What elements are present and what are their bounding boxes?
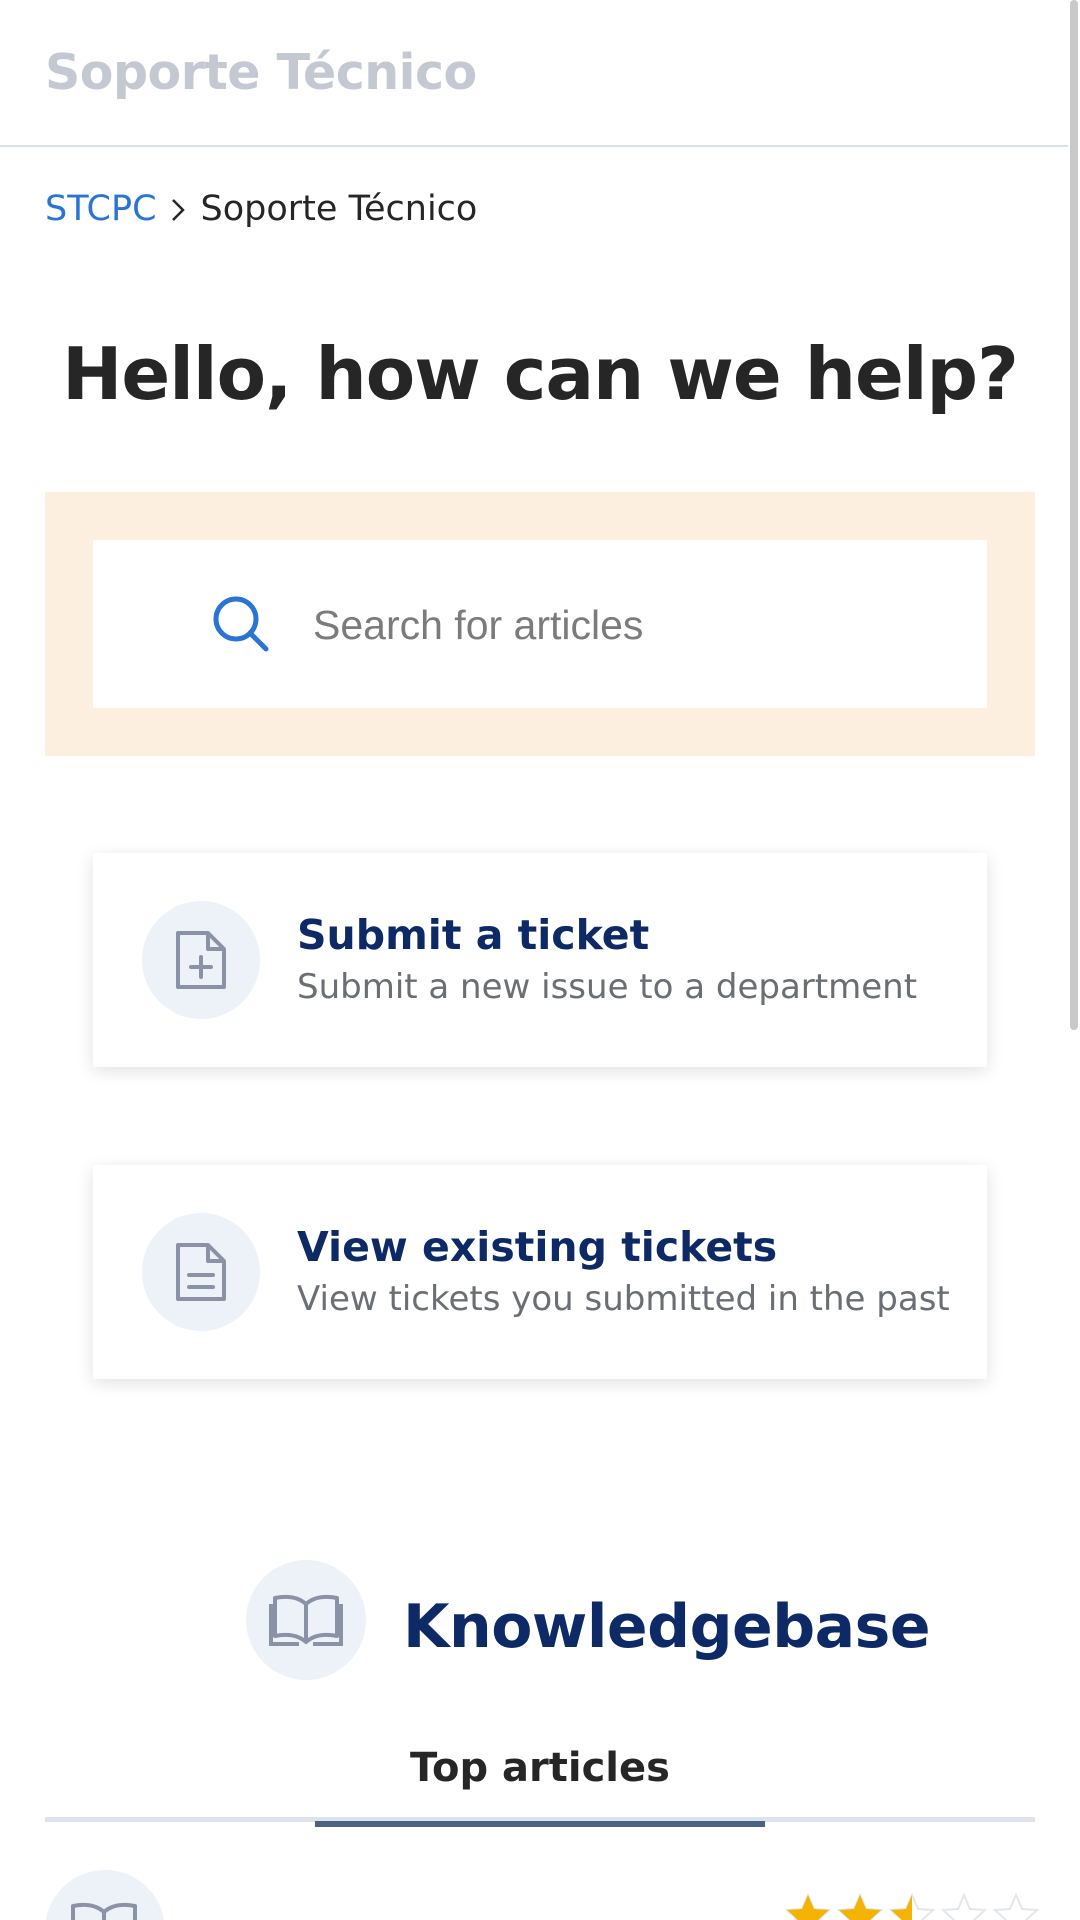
card-description: Submit a new issue to a department xyxy=(297,967,918,1007)
page-title: Hello, how can we help? xyxy=(62,332,1019,416)
card-description: View tickets you submitted in the past xyxy=(297,1279,950,1319)
file-text-icon xyxy=(142,1213,260,1331)
star-icon xyxy=(992,1892,1040,1920)
submit-ticket-card[interactable]: Submit a ticket Submit a new issue to a … xyxy=(93,853,987,1067)
file-plus-icon xyxy=(142,901,260,1019)
star-icon xyxy=(940,1892,988,1920)
breadcrumb-current: Soporte Técnico xyxy=(200,189,478,229)
article-rating xyxy=(784,1892,1040,1920)
article-tabs: Top articles xyxy=(45,1738,1035,1827)
view-tickets-card[interactable]: View existing tickets View tickets you s… xyxy=(93,1165,987,1379)
brand-title[interactable]: Soporte Técnico xyxy=(45,44,477,101)
chevron-right-icon xyxy=(157,193,201,225)
breadcrumb: STCPC Soporte Técnico xyxy=(45,186,477,232)
card-title[interactable]: Submit a ticket xyxy=(297,911,649,959)
search-section xyxy=(45,492,1035,756)
scrollbar[interactable] xyxy=(1068,0,1080,1920)
site-header: Soporte Técnico xyxy=(0,0,1068,147)
scrollbar-thumb[interactable] xyxy=(1070,0,1078,1030)
open-book-icon xyxy=(45,1870,165,1920)
star-icon xyxy=(888,1892,936,1920)
breadcrumb-home-link[interactable]: STCPC xyxy=(45,189,157,229)
knowledgebase-title: Knowledgebase xyxy=(403,1592,931,1662)
tab-top-articles[interactable]: Top articles xyxy=(315,1738,765,1827)
search-box[interactable] xyxy=(93,540,987,708)
star-icon xyxy=(836,1892,884,1920)
search-input[interactable] xyxy=(313,580,953,670)
card-title[interactable]: View existing tickets xyxy=(297,1223,777,1271)
open-book-icon xyxy=(246,1560,366,1680)
search-icon xyxy=(211,594,271,659)
star-icon xyxy=(784,1892,832,1920)
